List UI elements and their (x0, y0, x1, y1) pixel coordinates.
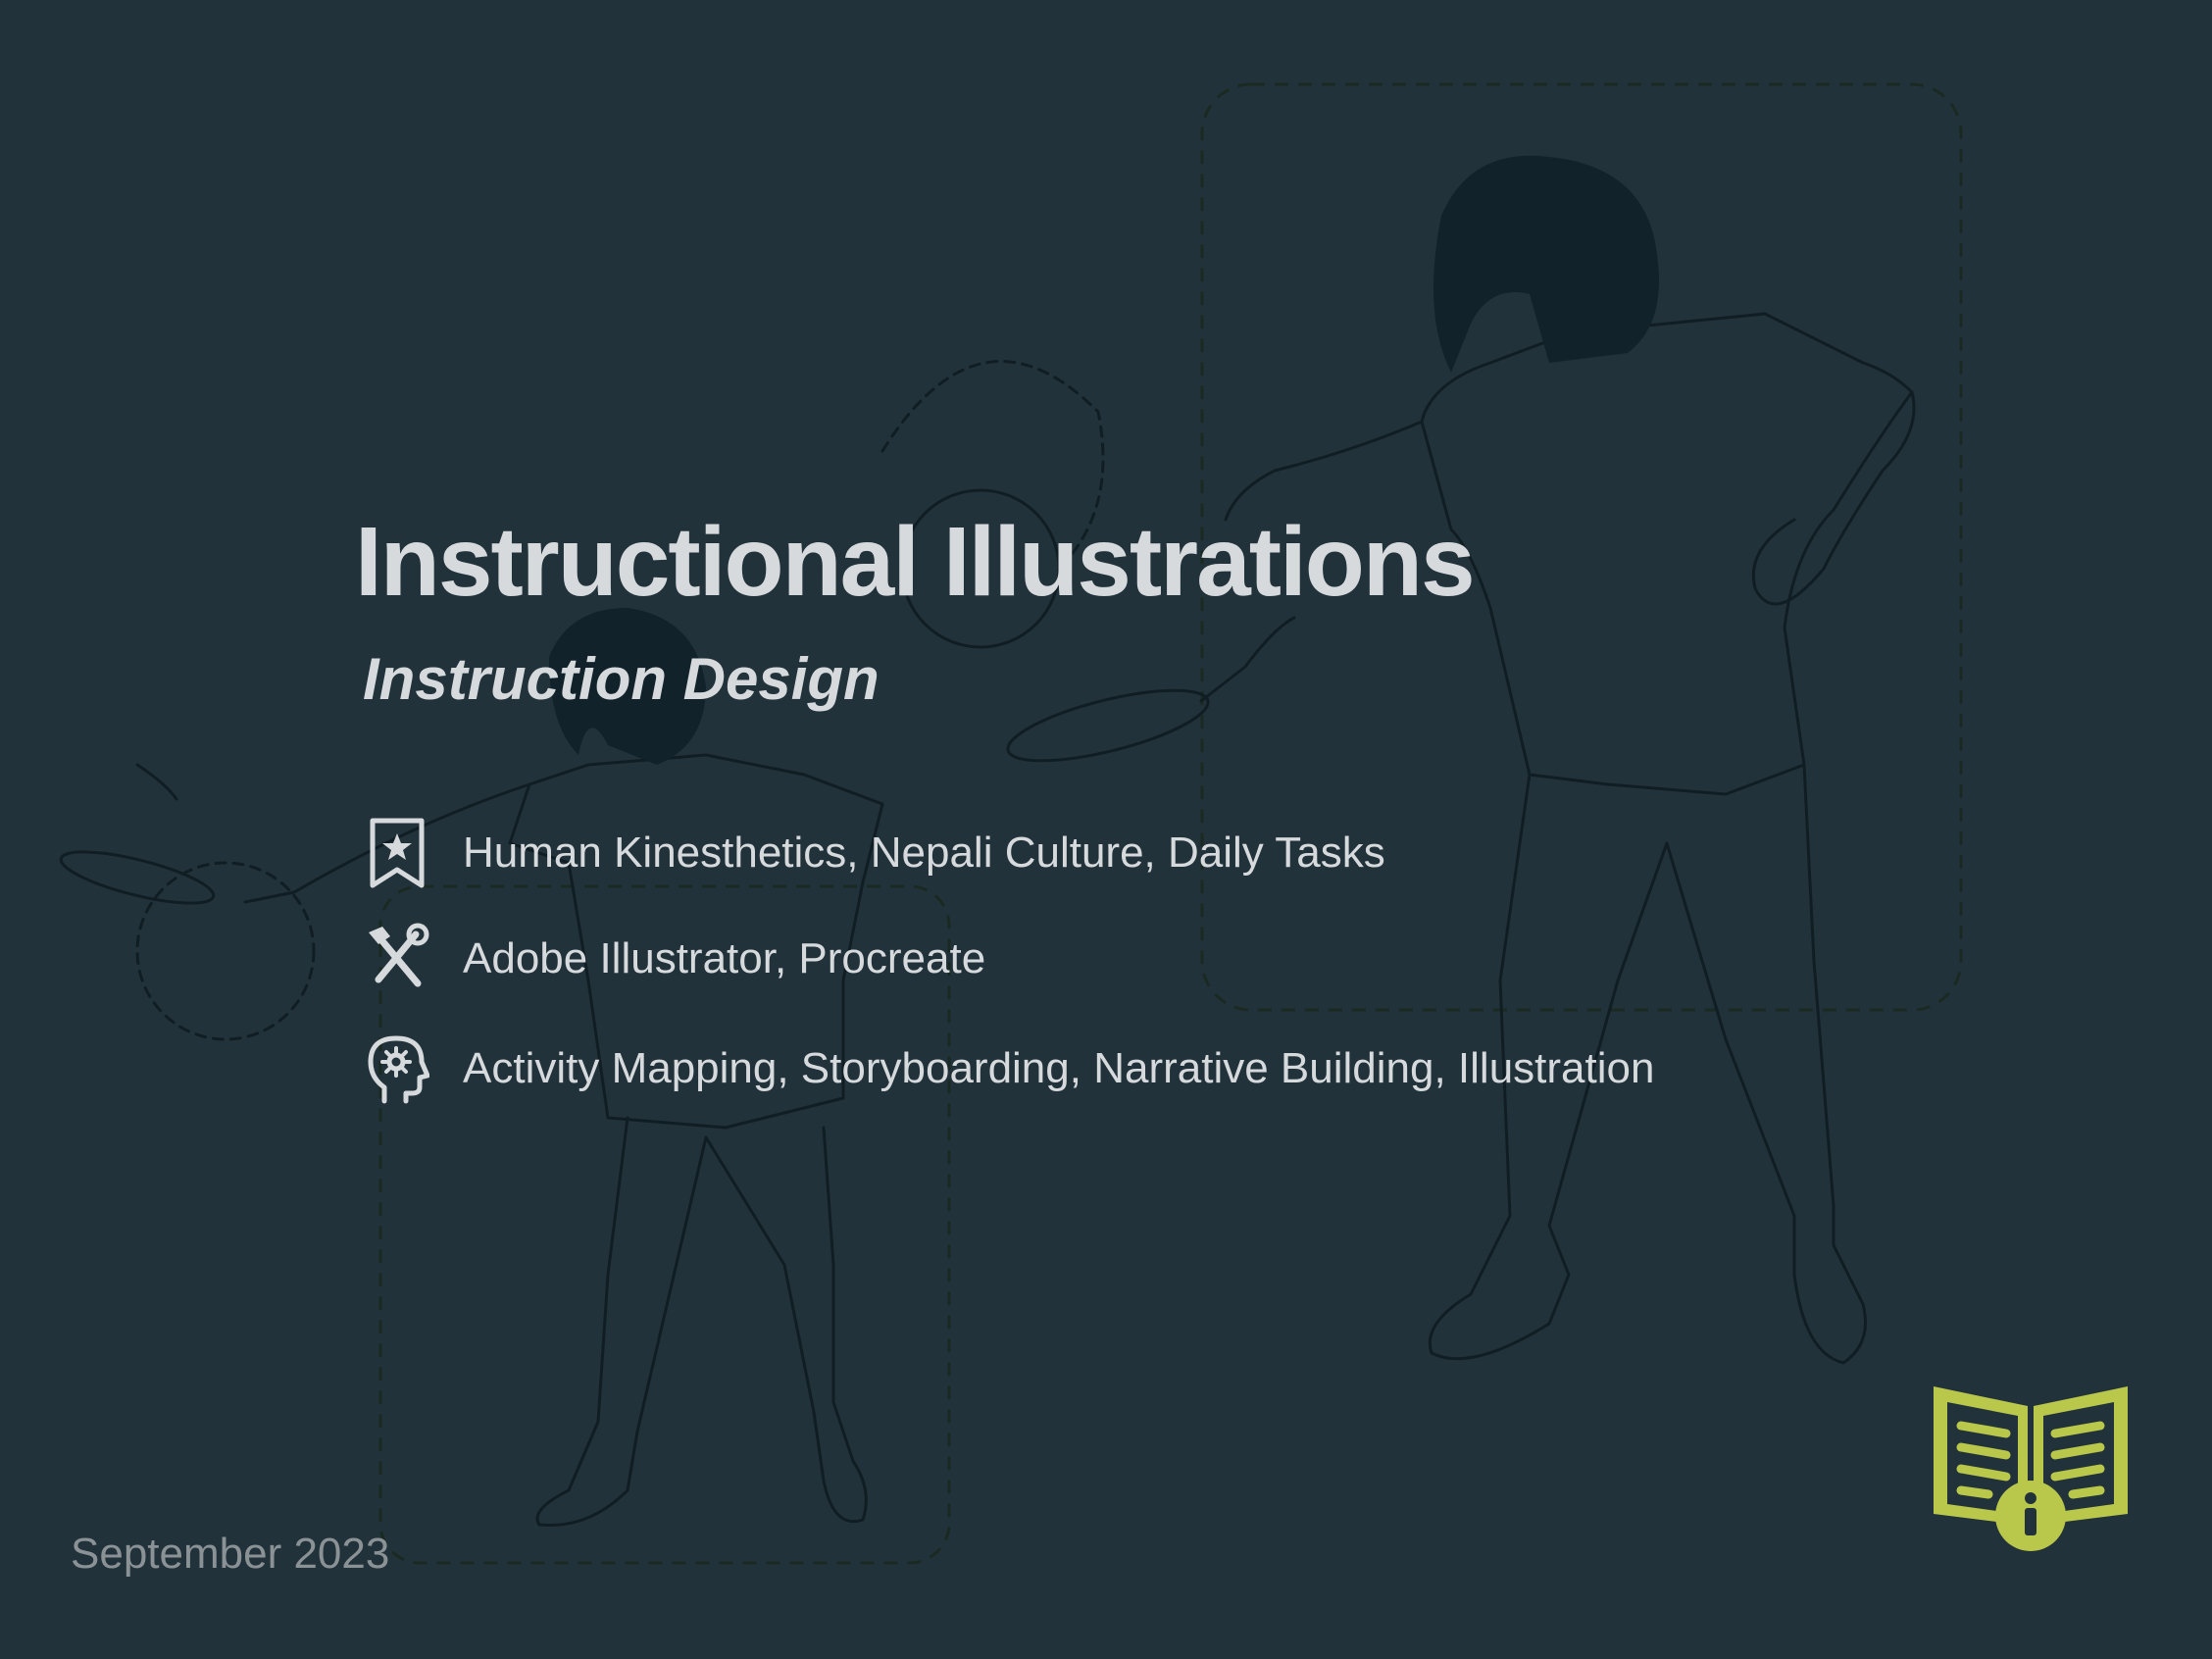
tools-icon (365, 920, 429, 998)
page-subtitle: Instruction Design (363, 646, 880, 712)
detail-text-topics: Human Kinesthetics, Nepali Culture, Dail… (463, 829, 1385, 877)
detail-text-methods: Activity Mapping, Storyboarding, Narrati… (463, 1044, 1655, 1092)
head-gear-icon (365, 1030, 429, 1108)
detail-row-topics: Human Kinesthetics, Nepali Culture, Dail… (365, 814, 1385, 892)
bookmark-star-icon (365, 814, 429, 892)
date-label: September 2023 (71, 1530, 390, 1578)
detail-row-methods: Activity Mapping, Storyboarding, Narrati… (365, 1030, 1654, 1108)
detail-row-tools: Adobe Illustrator, Procreate (365, 920, 985, 998)
detail-text-tools: Adobe Illustrator, Procreate (463, 934, 986, 982)
page-title: Instructional Illustrations (355, 507, 1476, 617)
book-info-icon (1934, 1386, 2128, 1551)
